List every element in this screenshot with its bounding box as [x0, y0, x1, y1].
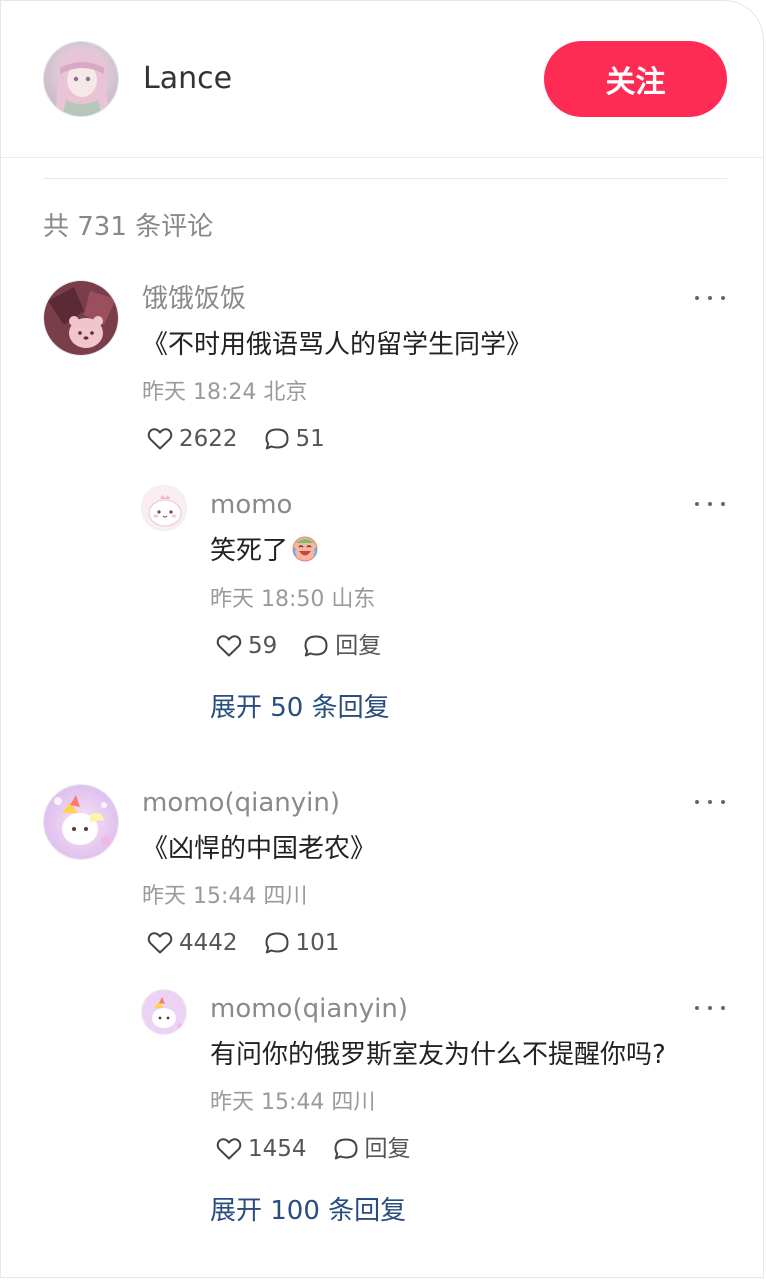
expand-replies-link[interactable]: 展开 50 条回复	[210, 690, 390, 726]
commenter-name[interactable]: momo(qianyin)	[142, 785, 340, 821]
author-name[interactable]: Lance	[143, 59, 232, 99]
section-divider	[43, 178, 727, 179]
comment-meta: 昨天 15:44 四川	[142, 884, 308, 909]
reply-button[interactable]: 回复	[303, 631, 381, 661]
ellipsis-icon[interactable]	[695, 998, 725, 1018]
ellipsis-icon[interactable]	[695, 792, 725, 812]
comment-count: 共 731 条评论	[43, 212, 214, 242]
author-avatar[interactable]	[43, 41, 119, 117]
heart-icon	[216, 634, 242, 658]
like-button[interactable]: 4442	[147, 928, 238, 958]
crying-laughing-face-icon	[290, 533, 320, 573]
like-count: 59	[248, 633, 278, 659]
reply-count: 101	[295, 930, 340, 956]
reply-username[interactable]: momo(qianyin)	[210, 991, 408, 1027]
reply-label: 回复	[364, 1136, 411, 1162]
heart-icon	[147, 931, 173, 955]
heart-icon	[147, 427, 173, 451]
comment-bubble-icon	[333, 1137, 359, 1161]
reply-meta: 昨天 18:50 山东	[210, 587, 376, 612]
reply-text: 笑死了	[210, 536, 289, 566]
comment-panel: Lance 关注 共 731 条评论 饿饿饭饭 《不时用俄语骂人的留学生同学》 …	[0, 0, 764, 1278]
comment-bubble-icon	[303, 634, 329, 658]
reply-actions: 1454 回复	[216, 1134, 411, 1164]
reply-actions: 59 回复	[216, 631, 381, 661]
comment-actions: 4442 101	[147, 928, 339, 958]
comment-text: 《不时用俄语骂人的留学生同学》	[142, 330, 533, 360]
reply-avatar[interactable]	[141, 485, 187, 531]
expand-replies-link[interactable]: 展开 100 条回复	[210, 1193, 406, 1229]
commenter-avatar[interactable]	[43, 280, 119, 356]
commenter-avatar[interactable]	[43, 784, 119, 860]
like-button[interactable]: 2622	[147, 424, 238, 454]
ellipsis-icon[interactable]	[695, 288, 725, 308]
author-header: Lance 关注	[1, 1, 763, 158]
reply-text: 有问你的俄罗斯室友为什么不提醒你吗?	[210, 1040, 666, 1070]
comment-bubble-icon	[264, 427, 290, 451]
reply-text-row: 笑死了	[210, 533, 320, 573]
ellipsis-icon[interactable]	[695, 494, 725, 514]
like-button[interactable]: 1454	[216, 1134, 307, 1164]
heart-icon	[216, 1137, 242, 1161]
reply-count: 51	[295, 426, 325, 452]
reply-count-button[interactable]: 51	[264, 424, 325, 454]
like-count: 1454	[248, 1136, 307, 1162]
reply-username[interactable]: momo	[210, 487, 292, 523]
reply-count-button[interactable]: 101	[264, 928, 340, 958]
like-count: 2622	[179, 426, 238, 452]
comment-actions: 2622 51	[147, 424, 325, 454]
commenter-name[interactable]: 饿饿饭饭	[142, 281, 246, 317]
reply-button[interactable]: 回复	[333, 1134, 411, 1164]
comment-meta: 昨天 18:24 北京	[142, 380, 308, 405]
reply-meta: 昨天 15:44 四川	[210, 1090, 376, 1115]
follow-button[interactable]: 关注	[544, 41, 727, 117]
reply-label: 回复	[335, 633, 382, 659]
like-count: 4442	[179, 930, 238, 956]
comment-text: 《凶悍的中国老农》	[142, 834, 377, 864]
reply-avatar[interactable]	[141, 989, 187, 1035]
comment-bubble-icon	[264, 931, 290, 955]
like-button[interactable]: 59	[216, 631, 277, 661]
